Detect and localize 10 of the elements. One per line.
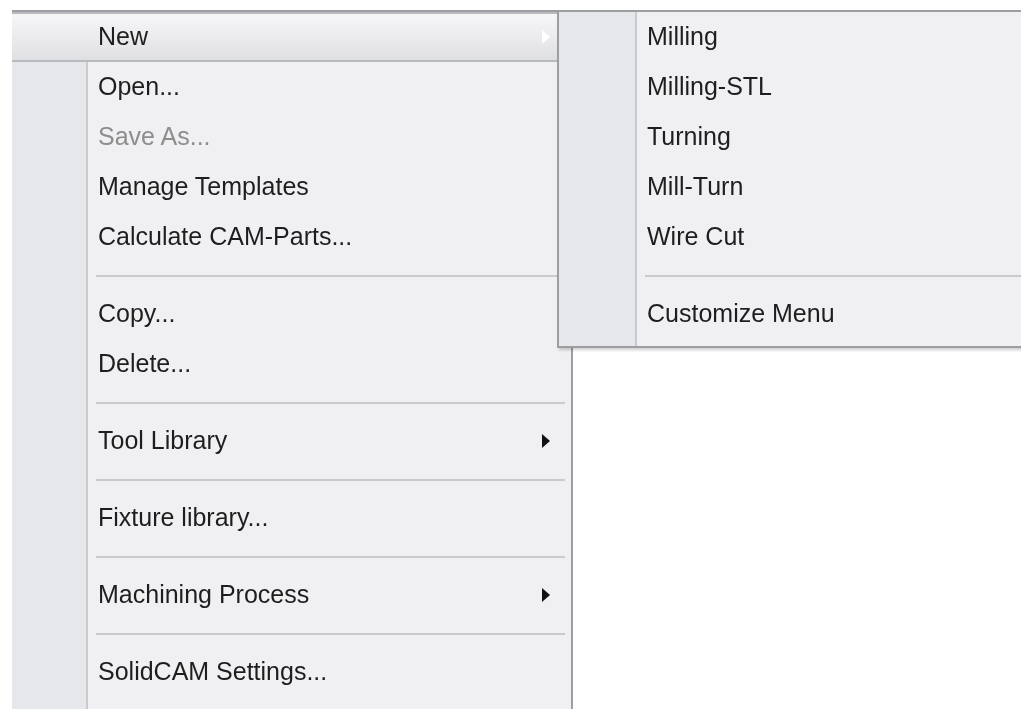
- menu-item[interactable]: Machining Process: [12, 570, 571, 620]
- menu-item[interactable]: Mill-Turn: [559, 162, 1021, 212]
- menu-item[interactable]: Fixture library...: [12, 493, 571, 543]
- menu-item[interactable]: Milling-STL: [559, 62, 1021, 112]
- menu-item[interactable]: Tool Library: [12, 416, 571, 466]
- menu-item[interactable]: SolidCAM Settings...: [12, 647, 571, 697]
- menu-item[interactable]: Wire Cut: [559, 212, 1021, 262]
- menu-item[interactable]: Delete...: [12, 339, 571, 389]
- menu-item[interactable]: Turning: [559, 112, 1021, 162]
- menu-item[interactable]: Customize Menu: [559, 289, 1021, 339]
